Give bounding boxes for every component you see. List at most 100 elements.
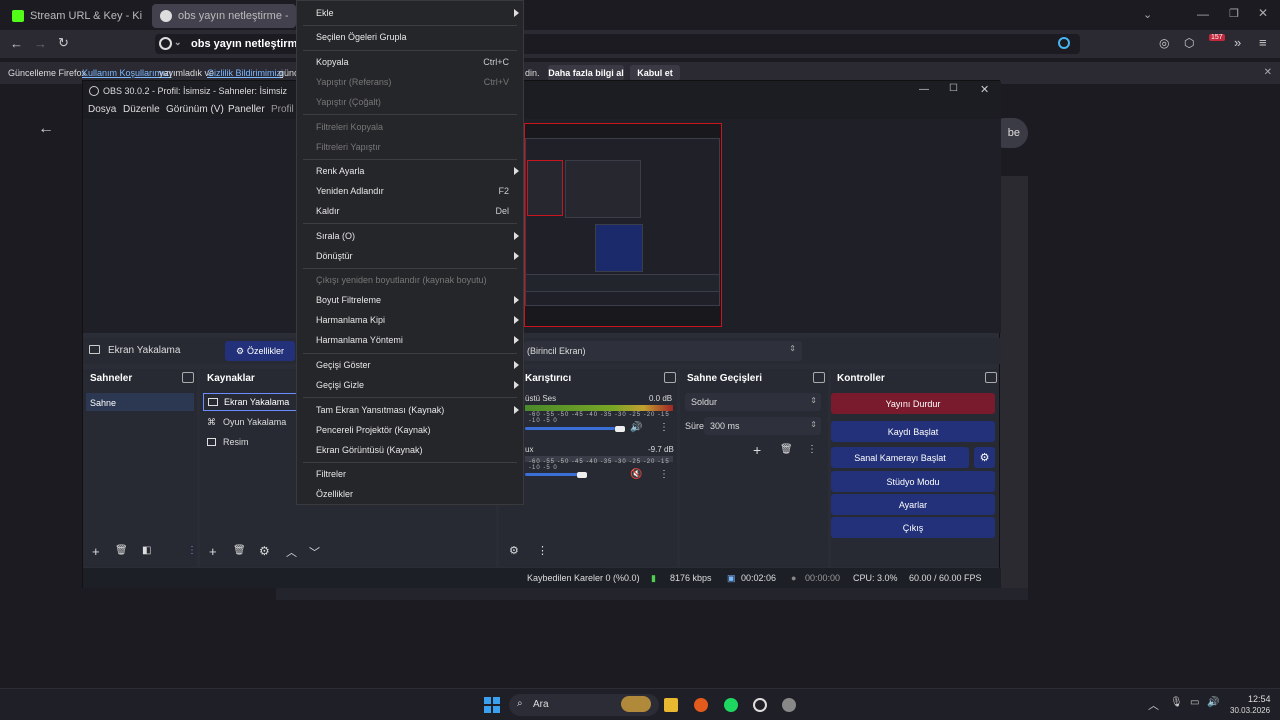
menu-item-fullscreen-projector[interactable]: Tam Ekran Yansıtması (Kaynak) xyxy=(316,403,444,417)
menu-item-transform[interactable]: Dönüştür xyxy=(316,249,353,263)
menu-item-show-transition[interactable]: Geçişi Göster xyxy=(316,358,371,372)
url-bar[interactable]: ⌄ obs yayın netleştirme xyxy=(155,34,1080,54)
remove-scene-icon[interactable]: 🗑 xyxy=(115,545,128,556)
scene-item[interactable]: Sahne xyxy=(86,393,194,411)
properties-button[interactable]: ⚙ Özellikler xyxy=(225,341,295,361)
taskbar-search[interactable]: ⌕ Ara xyxy=(509,694,659,716)
advanced-audio-icon[interactable]: ⚙ xyxy=(509,544,519,557)
undock-icon[interactable] xyxy=(664,372,676,383)
menu-item-color[interactable]: Renk Ayarla xyxy=(316,164,364,178)
preview-source-selected[interactable] xyxy=(524,123,722,327)
maximize-icon[interactable]: ☐ xyxy=(949,83,958,94)
start-recording-button[interactable]: Kaydı Başlat xyxy=(831,421,995,442)
muted-speaker-icon[interactable]: 🔇 xyxy=(630,469,642,480)
extensions-icon[interactable]: ⬡ xyxy=(1184,36,1194,50)
start-virtualcam-button[interactable]: Sanal Kamerayı Başlat xyxy=(831,447,969,468)
move-down-icon[interactable]: ﹀ xyxy=(309,544,320,560)
page-back-icon[interactable]: ← xyxy=(38,120,54,138)
chevron-down-icon[interactable]: ⌄ xyxy=(174,37,182,48)
add-transition-icon[interactable]: + xyxy=(753,442,761,458)
menu-item-rename[interactable]: Yeniden Adlandır xyxy=(316,184,384,198)
volume-icon[interactable]: 🔊 xyxy=(1207,697,1219,708)
menu-item-hide-transition[interactable]: Geçişi Gizle xyxy=(316,378,364,392)
gear-icon[interactable]: ⚙ xyxy=(259,544,270,558)
privacy-link[interactable]: Gizlilik Bildirimimizi xyxy=(207,68,283,78)
menu-item-copy[interactable]: Kopyala xyxy=(316,55,349,69)
studio-mode-button[interactable]: Stüdyo Modu xyxy=(831,471,995,492)
learn-more-button[interactable]: Daha fazla bilgi al xyxy=(548,65,624,81)
menu-item-windowed-projector[interactable]: Pencereli Projektör (Kaynak) xyxy=(316,423,431,437)
back-icon[interactable]: ← xyxy=(10,36,23,51)
settings-button[interactable]: Ayarlar xyxy=(831,494,995,515)
file-explorer-icon[interactable] xyxy=(664,698,678,712)
menu-item-screenshot[interactable]: Ekran Görüntüsü (Kaynak) xyxy=(316,443,423,457)
undock-icon[interactable] xyxy=(813,372,825,383)
volume-knob[interactable] xyxy=(615,426,625,432)
list-tabs-icon[interactable]: ⌄ xyxy=(1143,8,1152,21)
close-icon[interactable]: ✕ xyxy=(980,83,989,96)
virtualcam-gear-icon[interactable]: ⚙ xyxy=(974,447,995,468)
undock-icon[interactable] xyxy=(182,372,194,383)
menu-view[interactable]: Görünüm (V) xyxy=(166,104,224,115)
overflow-chevron-icon[interactable]: » xyxy=(1234,35,1241,50)
menu-icon[interactable]: ≡ xyxy=(1259,35,1267,50)
microphone-icon[interactable]: 🎙 xyxy=(1170,697,1183,708)
more-icon[interactable]: ⋮ xyxy=(537,544,548,557)
app-icon[interactable] xyxy=(782,698,796,712)
volume-slider[interactable] xyxy=(525,473,585,476)
display-select[interactable]: (Birincil Ekran) ⇕ xyxy=(524,341,802,361)
accept-button[interactable]: Kabul et xyxy=(630,65,680,81)
more-icon[interactable]: ⋮ xyxy=(659,469,669,480)
menu-item-filters[interactable]: Filtreler xyxy=(316,467,346,481)
menu-item-add[interactable]: Ekle xyxy=(316,6,334,20)
filter-icon[interactable]: ◧ xyxy=(142,545,151,556)
exit-button[interactable]: Çıkış xyxy=(831,517,995,538)
translate-icon[interactable] xyxy=(1058,37,1070,49)
reload-icon[interactable]: ↻ xyxy=(58,35,69,51)
clock-date[interactable]: 30.03.2026 xyxy=(1230,706,1270,715)
firefox-icon[interactable] xyxy=(694,698,708,712)
more-icon[interactable]: ⋮ xyxy=(187,545,197,556)
volume-knob[interactable] xyxy=(577,472,587,478)
minimize-icon[interactable]: — xyxy=(919,84,929,95)
menu-item-blend-mode[interactable]: Harmanlama Kipi xyxy=(316,313,385,327)
stop-stream-button[interactable]: Yayını Durdur xyxy=(831,393,995,414)
source-item-screen[interactable]: Ekran Yakalama xyxy=(203,393,299,411)
remove-source-icon[interactable]: 🗑 xyxy=(233,545,246,556)
source-item-image[interactable]: Resim xyxy=(203,434,299,452)
spotify-icon[interactable] xyxy=(724,698,738,712)
add-source-icon[interactable]: + xyxy=(209,544,217,559)
close-window-icon[interactable]: ✕ xyxy=(1258,6,1268,20)
obs-icon[interactable] xyxy=(753,698,767,712)
network-icon[interactable]: ▭ xyxy=(1190,697,1199,708)
minimize-icon[interactable]: — xyxy=(1197,7,1209,21)
more-icon[interactable]: ⋮ xyxy=(659,422,669,433)
restore-icon[interactable]: ❐ xyxy=(1229,7,1239,20)
source-item-game[interactable]: ⌘ Oyun Yakalama xyxy=(203,414,299,432)
tab-kick[interactable]: Stream URL & Key - Kick Dashb xyxy=(4,4,150,28)
menu-item-properties[interactable]: Özellikler xyxy=(316,487,353,501)
menu-file[interactable]: Dosya xyxy=(88,104,116,115)
more-icon[interactable]: ⋮ xyxy=(807,444,817,455)
undock-icon[interactable] xyxy=(985,372,997,383)
badge-count[interactable]: 157 xyxy=(1209,34,1225,41)
duration-spinbox[interactable]: 300 ms ⇕ xyxy=(704,417,821,435)
clock-time[interactable]: 12:54 xyxy=(1248,694,1271,704)
volume-slider[interactable] xyxy=(525,427,615,430)
forward-icon[interactable]: → xyxy=(34,36,47,51)
menu-item-scale-filter[interactable]: Boyut Filtreleme xyxy=(316,293,381,307)
menu-item-blend-method[interactable]: Harmanlama Yöntemi xyxy=(316,333,403,347)
menu-item-group[interactable]: Seçilen Ögeleri Grupla xyxy=(316,30,407,44)
speaker-icon[interactable]: 🔊 xyxy=(630,422,642,433)
close-notification-icon[interactable]: ✕ xyxy=(1264,67,1272,78)
tray-chevron-icon[interactable]: ︿ xyxy=(1148,697,1159,713)
menu-docks[interactable]: Paneller xyxy=(228,104,265,115)
menu-profile[interactable]: Profil xyxy=(271,104,294,115)
tab-google[interactable]: obs yayın netleştirme - Google xyxy=(152,4,296,28)
menu-item-order[interactable]: Sırala (O) xyxy=(316,229,355,243)
account-icon[interactable]: ◎ xyxy=(1159,36,1169,50)
start-icon[interactable] xyxy=(484,697,500,713)
move-up-icon[interactable]: ︿ xyxy=(286,544,297,560)
remove-transition-icon[interactable]: 🗑 xyxy=(780,444,793,455)
menu-item-remove[interactable]: Kaldır xyxy=(316,204,340,218)
